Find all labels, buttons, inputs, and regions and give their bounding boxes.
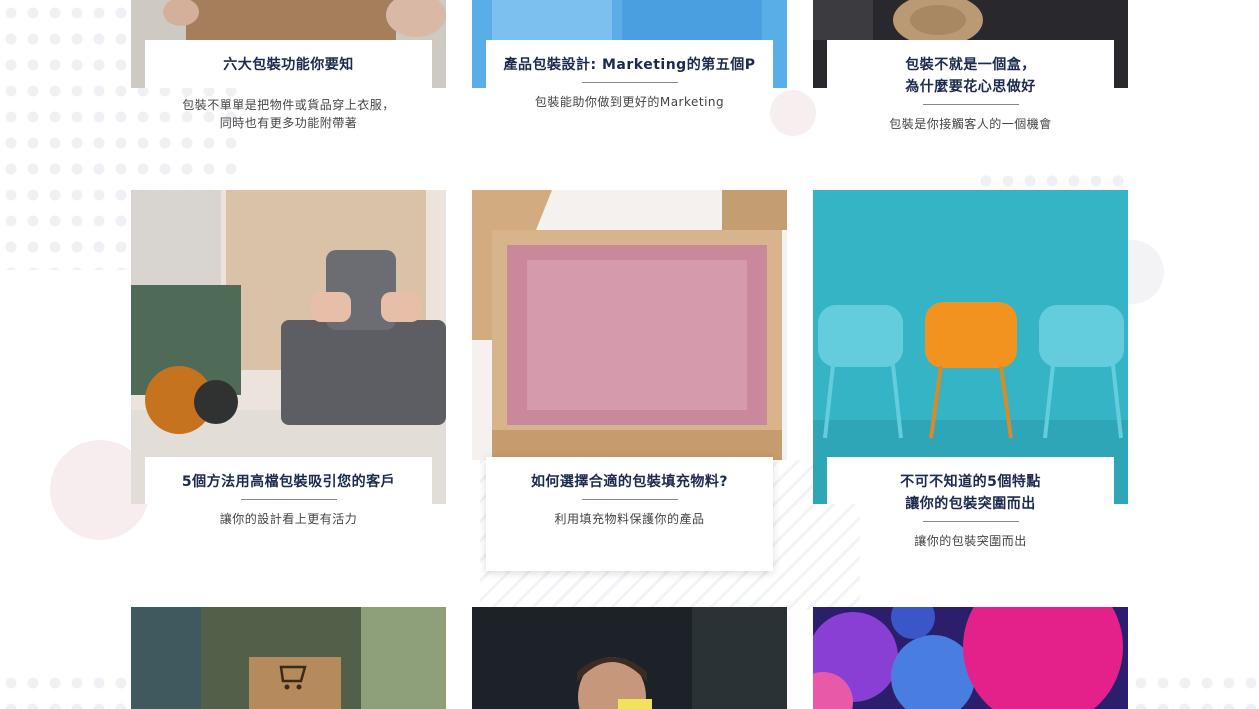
article-title-line[interactable]: 為什麼要花心思做好 [827,76,1114,98]
article-description-line: 利用填充物料保護你的產品 [554,512,705,526]
article-title[interactable]: 如何選擇合適的包裝填充物料? [486,471,773,493]
article-caption: 如何選擇合適的包裝填充物料? 利用填充物料保護你的產品 [486,457,773,571]
article-card[interactable] [131,607,446,709]
article-caption: 產品包裝設計: Marketing的第五個P 包裝能助你做到更好的Marketi… [486,40,773,111]
article-card[interactable] [813,607,1128,709]
card-image[interactable] [472,607,787,709]
article-title[interactable]: 六大包裝功能你要知 [145,54,432,76]
title-divider [240,499,337,500]
article-description-line: 包裝不單單是把物件或貨品穿上衣服， [182,98,395,112]
article-caption: 六大包裝功能你要知 包裝不單單是把物件或貨品穿上衣服， 同時也有更多功能附帶著 [145,40,432,132]
article-caption: 不可不知道的5個特點 讓你的包裝突圍而出 讓你的包裝突圍而出 [827,457,1114,550]
article-description-line: 同時也有更多功能附帶著 [219,116,358,130]
article-card[interactable]: 不可不知道的5個特點 讓你的包裝突圍而出 讓你的包裝突圍而出 [813,190,1128,570]
title-divider [922,521,1019,522]
article-card[interactable]: 如何選擇合適的包裝填充物料? 利用填充物料保護你的產品 [472,190,787,580]
article-card[interactable]: 5個方法用高檔包裝吸引您的客戶 讓你的設計看上更有活力 [131,190,446,550]
background-dots-bottom-left [0,670,130,709]
card-image[interactable] [472,190,787,460]
article-caption: 包裝不就是一個盒， 為什麼要花心思做好 包裝是你接觸客人的一個機會 [827,40,1114,133]
article-title[interactable]: 產品包裝設計: Marketing的第五個P [486,54,773,76]
article-caption: 5個方法用高檔包裝吸引您的客戶 讓你的設計看上更有活力 [145,457,432,528]
title-divider [581,82,678,83]
background-dots-bottom-right [1130,670,1259,709]
article-description-line: 包裝是你接觸客人的一個機會 [889,117,1052,131]
card-image[interactable] [131,607,446,709]
article-card[interactable]: 產品包裝設計: Marketing的第五個P 包裝能助你做到更好的Marketi… [472,0,787,170]
article-card[interactable] [472,607,787,709]
article-title-line[interactable]: 包裝不就是一個盒， [827,54,1114,76]
article-card[interactable]: 六大包裝功能你要知 包裝不單單是把物件或貨品穿上衣服， 同時也有更多功能附帶著 [131,0,446,170]
article-description-line: 包裝能助你做到更好的Marketing [534,95,725,109]
card-image[interactable] [813,607,1128,709]
article-title-line[interactable]: 不可不知道的5個特點 [827,471,1114,493]
article-description-line: 讓你的設計看上更有活力 [219,512,358,526]
title-divider [581,499,678,500]
article-title-line[interactable]: 讓你的包裝突圍而出 [827,493,1114,515]
title-divider [922,104,1019,105]
article-card[interactable]: 包裝不就是一個盒， 為什麼要花心思做好 包裝是你接觸客人的一個機會 [813,0,1128,170]
article-description-line: 讓你的包裝突圍而出 [914,534,1027,548]
article-title[interactable]: 5個方法用高檔包裝吸引您的客戶 [145,471,432,493]
